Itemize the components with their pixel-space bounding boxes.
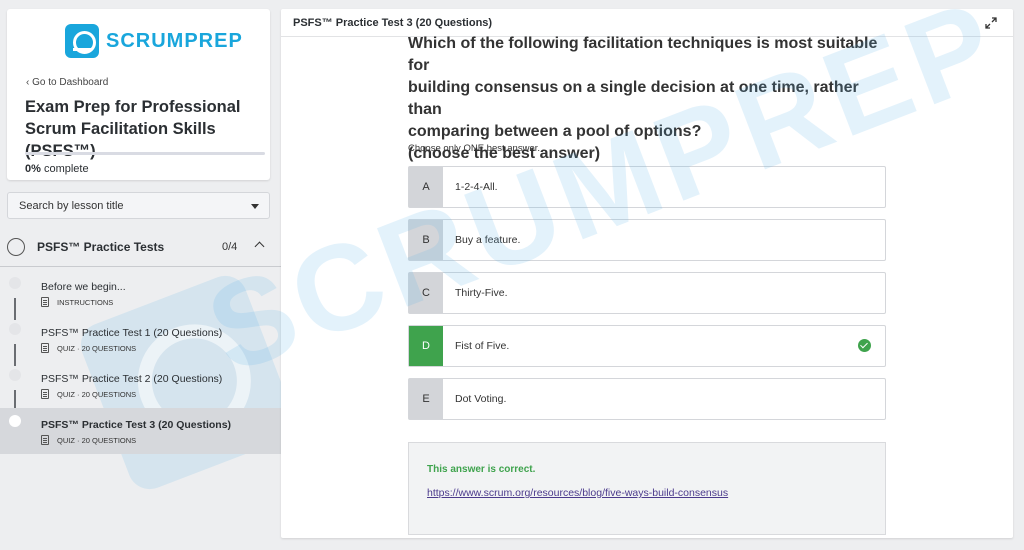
brand-logo[interactable]: SCRUMPREP xyxy=(65,24,243,58)
document-icon xyxy=(41,435,49,445)
caret-down-icon xyxy=(251,204,259,209)
option-text: Thirty-Five. xyxy=(455,287,508,299)
lesson-item-practice-test-2[interactable]: PSFS™ Practice Test 2 (20 Questions) QUI… xyxy=(0,362,281,412)
option-letter: E xyxy=(409,379,443,419)
option-text: Dot Voting. xyxy=(455,393,507,405)
progress-bar xyxy=(25,152,265,155)
brand-name: SCRUMPREP xyxy=(106,29,243,52)
section-count: 0/4 xyxy=(222,241,238,253)
answer-option-a[interactable]: A 1-2-4-All. xyxy=(408,166,886,208)
scrumprep-logo-icon xyxy=(65,24,99,58)
progress-label: complete xyxy=(43,163,89,175)
lesson-meta-text: INSTRUCTIONS xyxy=(57,297,114,307)
lesson-title: PSFS™ Practice Test 3 (20 Questions) xyxy=(41,419,232,431)
answer-options: A 1-2-4-All. B Buy a feature. C Thirty-F… xyxy=(408,166,886,431)
answer-instruction: Choose only ONE best answer. xyxy=(408,143,541,154)
course-card: SCRUMPREP ‹ Go to Dashboard Exam Prep fo… xyxy=(7,9,270,180)
chevron-up-icon[interactable] xyxy=(254,241,265,252)
lesson-title: PSFS™ Practice Test 1 (20 Questions) xyxy=(41,327,223,339)
option-text: Buy a feature. xyxy=(455,234,521,246)
quiz-panel: PSFS™ Practice Test 3 (20 Questions) Whi… xyxy=(281,9,1013,538)
expand-icon[interactable] xyxy=(985,17,997,29)
feedback-status: This answer is correct. xyxy=(427,464,536,475)
lesson-list: Before we begin... INSTRUCTIONS PSFS™ Pr… xyxy=(0,270,281,454)
answer-feedback: This answer is correct. https://www.scru… xyxy=(408,442,886,535)
document-icon xyxy=(41,297,49,307)
lesson-title: PSFS™ Practice Test 2 (20 Questions) xyxy=(41,373,223,385)
feedback-reference-link[interactable]: https://www.scrum.org/resources/blog/fiv… xyxy=(427,487,728,499)
go-to-dashboard-link[interactable]: ‹ Go to Dashboard xyxy=(26,77,108,88)
lesson-meta: QUIZ · 20 QUESTIONS xyxy=(41,389,136,399)
lesson-status-dot-icon xyxy=(9,277,21,289)
option-text: Fist of Five. xyxy=(455,340,510,352)
lesson-title: Before we begin... xyxy=(41,281,126,293)
lesson-meta-text: QUIZ · 20 QUESTIONS xyxy=(57,389,137,399)
option-letter: B xyxy=(409,220,443,260)
progress-text: 0% complete xyxy=(25,163,89,175)
lesson-item-practice-test-1[interactable]: PSFS™ Practice Test 1 (20 Questions) QUI… xyxy=(0,316,281,366)
section-title: PSFS™ Practice Tests xyxy=(37,240,165,254)
answer-option-c[interactable]: C Thirty-Five. xyxy=(408,272,886,314)
document-icon xyxy=(41,389,49,399)
answer-option-b[interactable]: B Buy a feature. xyxy=(408,219,886,261)
lesson-meta: QUIZ · 20 QUESTIONS xyxy=(41,343,136,353)
lesson-meta-text: QUIZ · 20 QUESTIONS xyxy=(57,435,137,445)
option-text: 1-2-4-All. xyxy=(455,181,498,193)
lesson-status-dot-icon xyxy=(9,415,21,427)
document-icon xyxy=(41,343,49,353)
check-circle-icon xyxy=(858,339,871,352)
lesson-status-dot-icon xyxy=(9,323,21,335)
lesson-search-select[interactable]: Search by lesson title xyxy=(7,192,270,219)
lesson-meta-text: QUIZ · 20 QUESTIONS xyxy=(57,343,137,353)
lesson-item-practice-test-3[interactable]: PSFS™ Practice Test 3 (20 Questions) QUI… xyxy=(0,408,281,454)
section-header[interactable]: PSFS™ Practice Tests 0/4 xyxy=(0,231,281,267)
sidebar: SCRUMPREP ‹ Go to Dashboard Exam Prep fo… xyxy=(0,0,281,550)
lesson-item-before-we-begin[interactable]: Before we begin... INSTRUCTIONS xyxy=(0,270,281,320)
quiz-title: PSFS™ Practice Test 3 (20 Questions) xyxy=(293,17,493,29)
option-letter: D xyxy=(409,326,443,366)
progress-value: 0% xyxy=(25,163,41,175)
option-letter: C xyxy=(409,273,443,313)
question-line: Which of the following facilitation tech… xyxy=(408,35,878,74)
option-letter: A xyxy=(409,167,443,207)
answer-option-d[interactable]: D Fist of Five. xyxy=(408,325,886,367)
lesson-status-dot-icon xyxy=(9,369,21,381)
lesson-meta: INSTRUCTIONS xyxy=(41,297,113,307)
question-line: comparing between a pool of options? xyxy=(408,123,702,140)
answer-option-e[interactable]: E Dot Voting. xyxy=(408,378,886,420)
lesson-meta: QUIZ · 20 QUESTIONS xyxy=(41,435,136,445)
search-placeholder: Search by lesson title xyxy=(19,200,124,212)
question-line: building consensus on a single decision … xyxy=(408,79,859,118)
section-status-circle-icon xyxy=(7,238,25,256)
